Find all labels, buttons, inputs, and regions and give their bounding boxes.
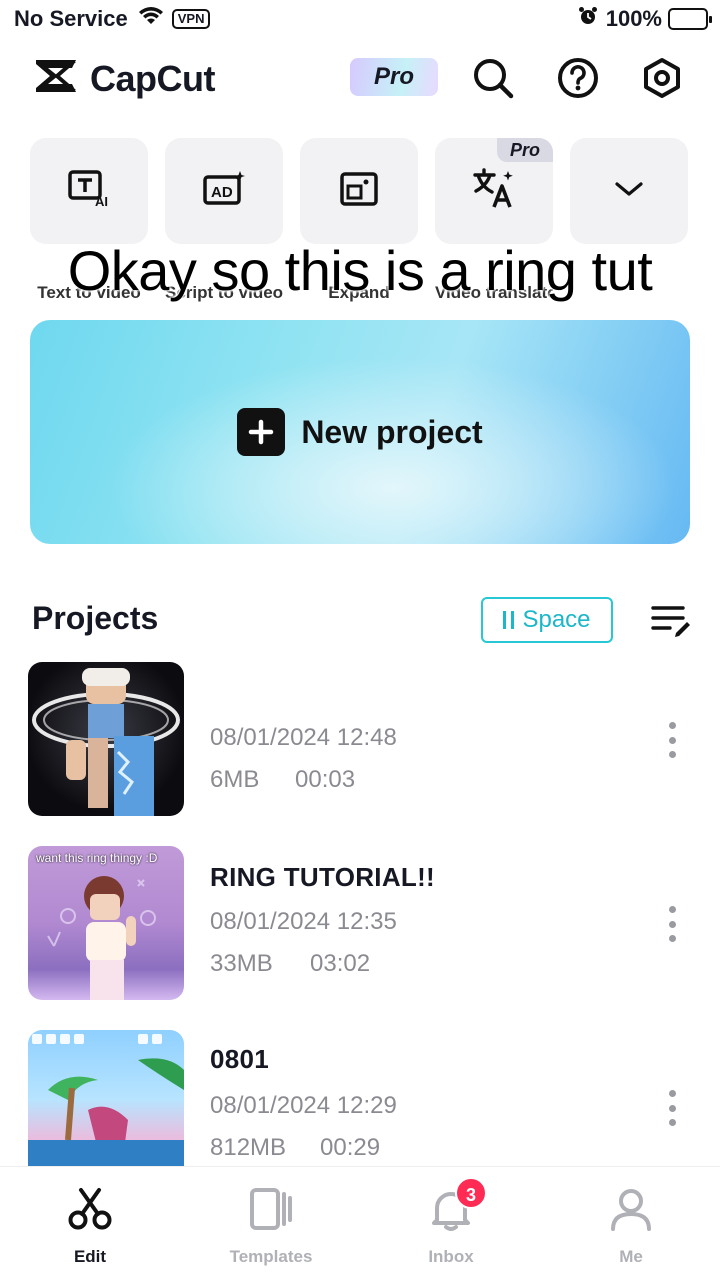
project-thumbnail[interactable]: want this ring thingy :D — [28, 846, 184, 1000]
nav-label: Me — [619, 1247, 643, 1266]
shortcut-tile[interactable]: Pro — [435, 138, 553, 244]
battery-charging-icon — [668, 8, 712, 30]
project-size: 33MB — [210, 950, 273, 977]
video-caption-overlay: Okay so this is a ring tut — [67, 239, 653, 302]
nav-inbox[interactable]: 3 Inbox — [391, 1177, 511, 1267]
storage-bars-icon — [503, 611, 515, 629]
profile-icon — [607, 1185, 655, 1233]
status-bar: No Service VPN 100% — [0, 0, 720, 40]
scissors-icon — [66, 1185, 114, 1233]
alarm-icon — [578, 6, 598, 32]
space-button[interactable]: Space — [481, 597, 613, 643]
new-project-label: New project — [301, 413, 483, 450]
project-name: RING TUTORIAL!! — [210, 862, 435, 892]
nav-label: Templates — [229, 1247, 313, 1266]
project-duration: 03:02 — [310, 950, 371, 977]
settings-icon[interactable] — [640, 56, 684, 100]
project-size: 6MB — [210, 766, 260, 793]
notification-badge: 3 — [455, 1177, 487, 1209]
ad-sparkle-icon: AD — [202, 169, 246, 214]
nav-label: Edit — [73, 1247, 107, 1266]
project-row[interactable]: 08/01/2024 12:48 6MB 00:03 — [0, 662, 720, 818]
carrier-text: No Service — [14, 6, 128, 31]
shortcut-tile[interactable]: AD — [165, 138, 283, 244]
app-logo: CapCut — [32, 56, 216, 101]
project-size: 812MB — [210, 1134, 287, 1161]
shortcut-tile[interactable] — [300, 138, 418, 244]
shortcut-more[interactable] — [570, 138, 688, 244]
more-options-icon[interactable] — [660, 720, 684, 760]
nav-label: Inbox — [428, 1247, 474, 1266]
project-date: 08/01/2024 12:48 — [210, 724, 397, 751]
svg-text:AD: AD — [211, 184, 233, 201]
templates-icon — [247, 1185, 295, 1233]
project-date: 08/01/2024 12:35 — [210, 908, 397, 935]
project-name: 0801 — [210, 1044, 270, 1074]
battery-percent: 100% — [605, 6, 662, 31]
status-left: No Service VPN — [14, 6, 211, 32]
projects-title: Projects — [32, 600, 159, 636]
project-thumbnail[interactable] — [28, 662, 184, 816]
chevron-down-icon — [613, 179, 645, 204]
space-label: Space — [522, 606, 591, 633]
project-row[interactable]: 0801 08/01/2024 12:29 812MB 00:29 — [0, 1030, 720, 1186]
shortcut-tile[interactable]: AI — [30, 138, 148, 244]
project-date: 08/01/2024 12:29 — [210, 1092, 397, 1119]
capcut-logo-icon — [32, 56, 80, 101]
bell-icon: 3 — [427, 1177, 487, 1233]
shortcut-tile[interactable] — [570, 138, 688, 244]
bottom-nav: Edit Templates 3 Inbox Me — [0, 1166, 720, 1280]
plus-icon — [237, 408, 286, 456]
manage-list-icon[interactable] — [650, 602, 692, 638]
status-right: 100% — [578, 6, 712, 32]
more-options-icon[interactable] — [660, 904, 684, 944]
svg-text:AI: AI — [95, 194, 108, 209]
nav-templates[interactable]: Templates — [211, 1185, 331, 1267]
translate-icon — [472, 167, 516, 216]
search-icon[interactable] — [471, 56, 515, 100]
app-header: CapCut Pro — [0, 48, 720, 108]
project-duration: 00:29 — [320, 1134, 381, 1161]
wifi-icon — [138, 6, 164, 32]
project-row[interactable]: want this ring thingy :D RING TUTORIAL!!… — [0, 846, 720, 1002]
app-name: CapCut — [90, 57, 216, 99]
project-thumbnail[interactable] — [28, 1030, 184, 1184]
pro-button[interactable]: Pro — [350, 58, 438, 96]
crop-icon — [339, 171, 379, 212]
thumbnail-caption: want this ring thingy :D — [36, 851, 158, 865]
more-options-icon[interactable] — [660, 1088, 684, 1128]
project-duration: 00:03 — [295, 766, 356, 793]
nav-edit[interactable]: Edit — [30, 1185, 150, 1267]
new-project-button[interactable]: New project — [30, 320, 690, 544]
pro-tag: Pro — [497, 138, 553, 162]
nav-me[interactable]: Me — [571, 1185, 691, 1267]
vpn-indicator: VPN — [171, 9, 211, 29]
help-icon[interactable] — [556, 56, 600, 100]
text-ai-icon: AI — [67, 169, 111, 214]
